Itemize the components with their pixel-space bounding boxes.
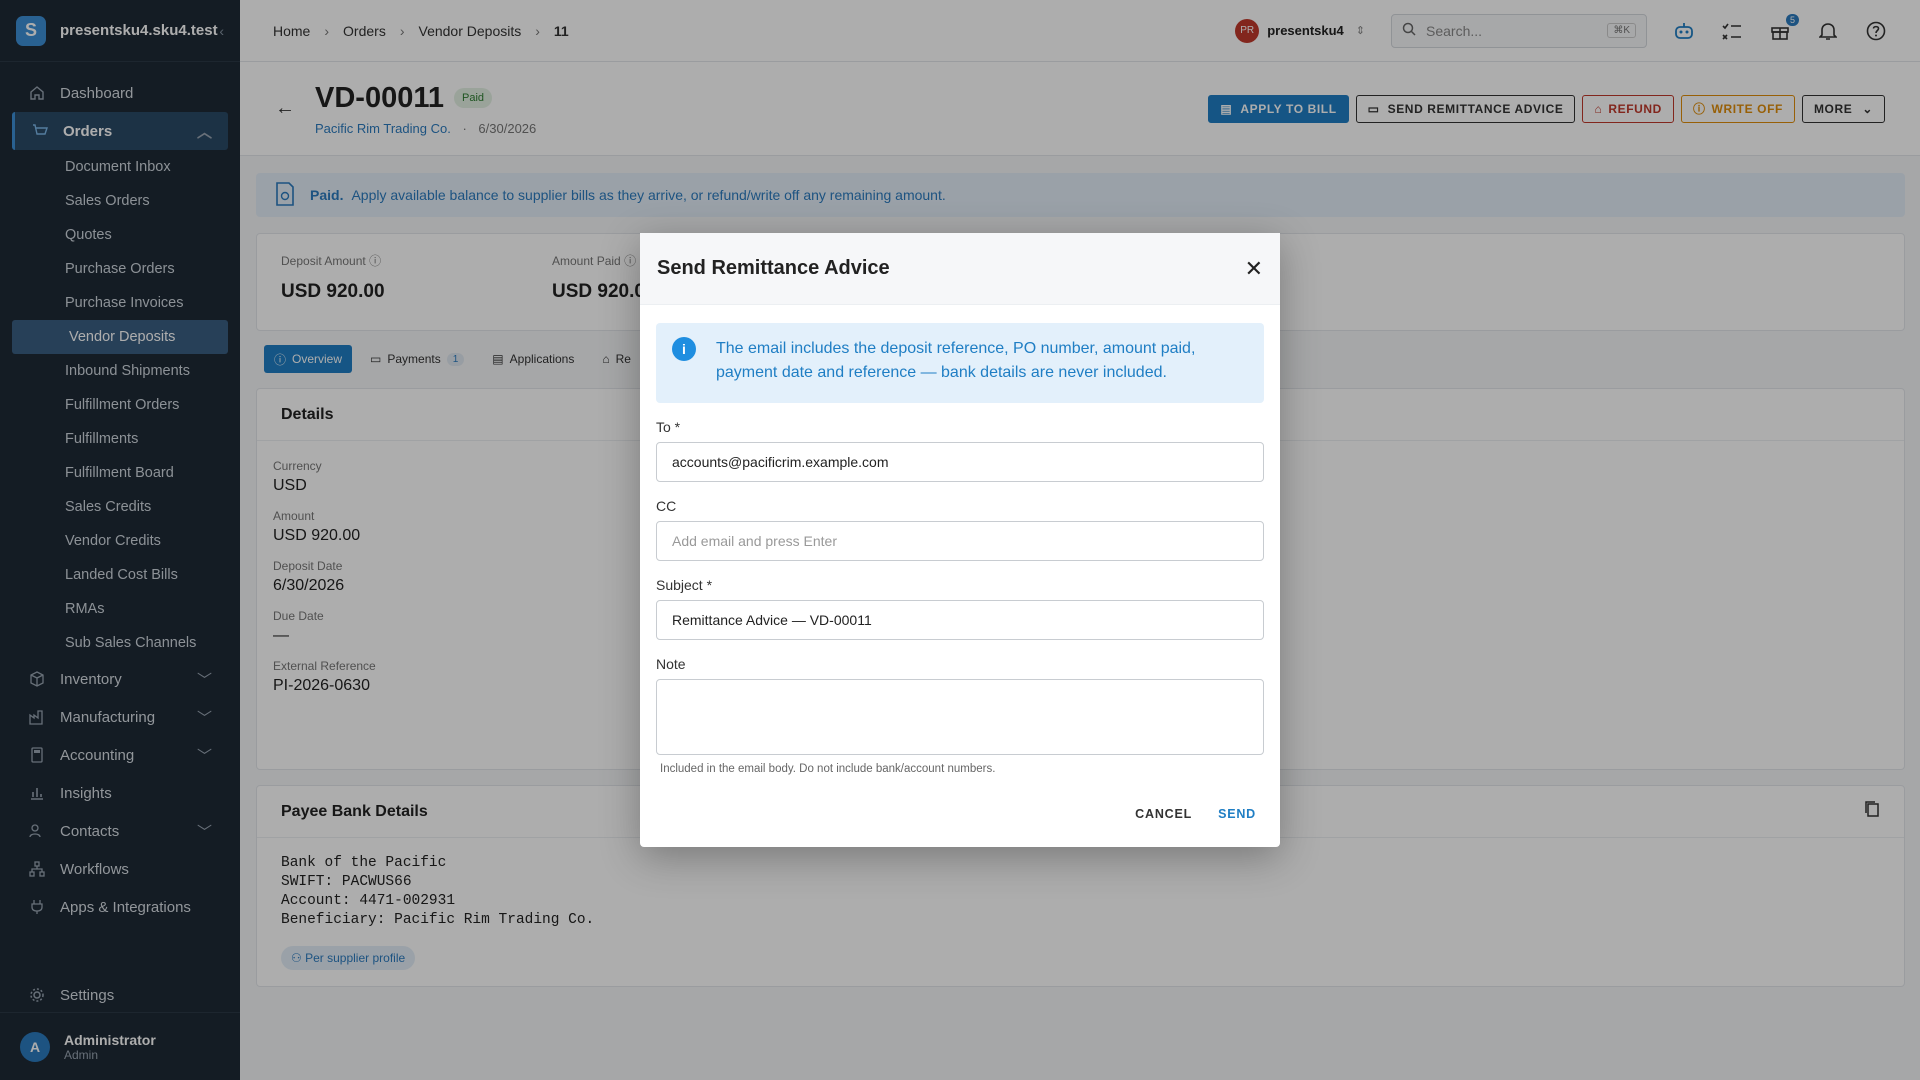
- dialog-header: Send Remittance Advice ✕: [640, 233, 1280, 305]
- note-hint: Included in the email body. Do not inclu…: [660, 763, 996, 775]
- to-email-field[interactable]: accounts@pacificrim.example.com: [656, 442, 1264, 482]
- cc-label: CC: [656, 498, 677, 514]
- info-alert-text: The email includes the deposit reference…: [716, 340, 1196, 381]
- subject-field[interactable]: Remittance Advice — VD-00011: [656, 600, 1264, 640]
- send-remittance-dialog: Send Remittance Advice ✕ i The email inc…: [640, 233, 1280, 847]
- dialog-actions: CANCEL SEND: [1109, 807, 1256, 821]
- subject-label: Subject *: [656, 577, 713, 593]
- note-textarea[interactable]: [656, 679, 1264, 755]
- note-label: Note: [656, 656, 686, 672]
- info-alert: i The email includes the deposit referen…: [656, 323, 1264, 403]
- info-icon: i: [672, 337, 696, 361]
- send-button[interactable]: SEND: [1218, 807, 1256, 821]
- dialog-title: Send Remittance Advice: [657, 257, 890, 279]
- close-icon[interactable]: ✕: [1245, 256, 1263, 282]
- cancel-button[interactable]: CANCEL: [1135, 807, 1192, 821]
- cc-email-field[interactable]: Add email and press Enter: [656, 521, 1264, 561]
- to-label: To *: [656, 419, 681, 435]
